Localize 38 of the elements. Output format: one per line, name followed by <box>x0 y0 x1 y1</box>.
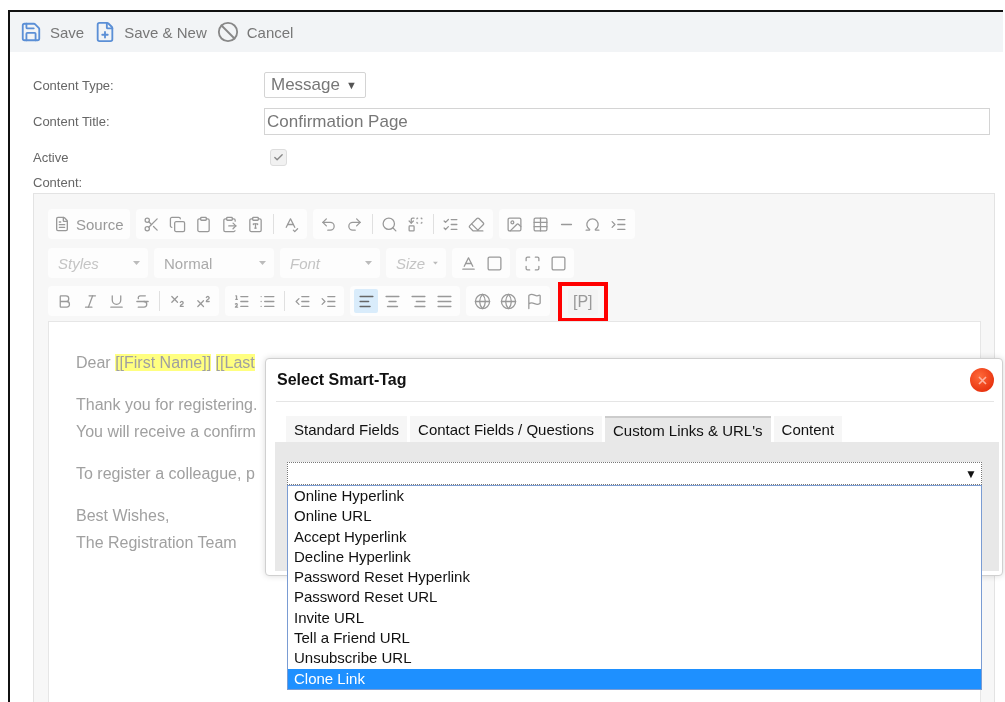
close-icon <box>977 375 987 385</box>
save-icon <box>20 21 42 43</box>
caret-icon <box>133 261 140 265</box>
body-text: The Registration Team <box>76 533 237 553</box>
select-value: Message <box>271 75 340 95</box>
content-type-select[interactable]: Message ▼ <box>264 72 366 98</box>
caret-icon <box>433 261 438 265</box>
close-button[interactable] <box>970 368 994 392</box>
active-checkbox[interactable] <box>270 148 287 166</box>
dropdown-arrow: ▼ <box>965 466 977 481</box>
cancel-button[interactable]: Cancel <box>216 21 294 43</box>
smart-tag-select[interactable]: ▼ <box>287 462 982 485</box>
body-text: You will receive a confirm <box>76 422 256 442</box>
save-new-button[interactable]: Save & New <box>94 21 207 43</box>
dialog-title: Select Smart-Tag <box>276 371 407 389</box>
document-icon <box>54 216 70 232</box>
caret-icon <box>259 261 266 265</box>
dialog-tab[interactable]: Contact Fields / Questions <box>410 416 602 442</box>
caret-icon <box>365 261 372 265</box>
body-text: To register a colleague, p <box>76 464 255 484</box>
smart-tag: [[First Name]] <box>115 354 212 371</box>
smart-tag: [[Last <box>215 354 255 371</box>
body-text: Best Wishes, <box>76 506 170 526</box>
body-text: Thank you for registering. <box>76 395 258 415</box>
field-label: Content: <box>33 174 84 190</box>
body-text: Dear <box>76 354 111 371</box>
save-button[interactable]: Save <box>20 21 85 43</box>
dropdown-arrow: ▼ <box>346 79 357 91</box>
dialog-tab[interactable]: Custom Links & URL's <box>605 416 771 442</box>
align-left-icon[interactable] <box>354 289 378 313</box>
title-input-field[interactable]: Confirmation Page <box>264 108 990 135</box>
field-label: Active <box>33 149 70 165</box>
field-label: Content Title: <box>33 114 111 129</box>
checkmark-icon <box>273 151 284 163</box>
dialog-tab[interactable]: Standard Fields <box>286 416 408 442</box>
field-label: Content Type: <box>33 77 115 93</box>
cancel-icon <box>216 21 239 43</box>
dialog-tab[interactable]: Content <box>773 416 843 442</box>
